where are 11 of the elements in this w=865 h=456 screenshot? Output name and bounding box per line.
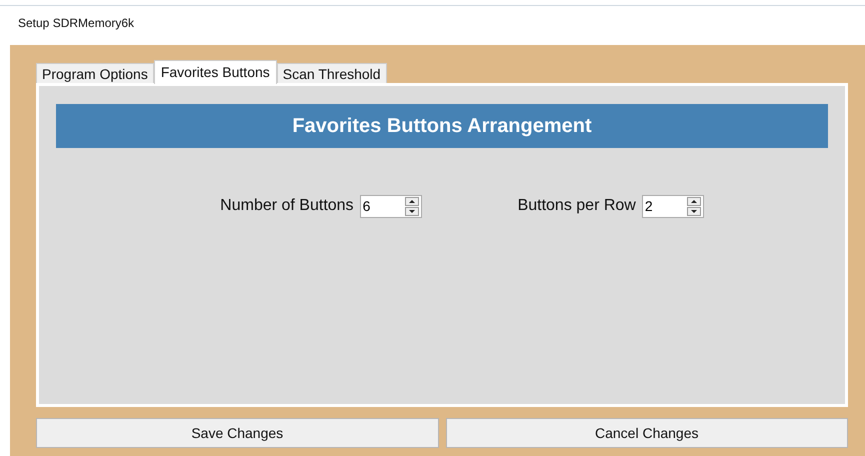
action-button[interactable]: Cancel Changes xyxy=(446,418,848,448)
panel-heading: Favorites Buttons Arrangement xyxy=(56,104,828,148)
field-label: Number of Buttons xyxy=(220,196,354,216)
action-button[interactable]: Save Changes xyxy=(36,418,438,448)
number-spinner[interactable]: 2 xyxy=(642,194,704,218)
field-label: Buttons per Row xyxy=(518,196,636,216)
window-title: Setup SDRMemory6k xyxy=(18,14,134,32)
tab[interactable]: Favorites Buttons xyxy=(154,60,277,84)
tab[interactable]: Scan Threshold xyxy=(276,63,387,83)
tab[interactable]: Program Options xyxy=(36,63,154,83)
number-spinner[interactable]: 6 xyxy=(360,194,422,218)
